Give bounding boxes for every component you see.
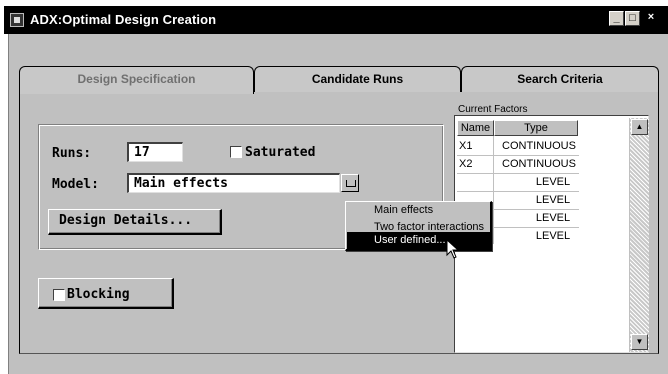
scroll-down-icon[interactable]: ▼: [631, 334, 648, 350]
saturated-checkbox[interactable]: [230, 146, 242, 158]
factors-column-name[interactable]: Name: [457, 120, 494, 136]
tab-search-criteria[interactable]: Search Criteria: [461, 66, 659, 92]
tab-candidate-runs[interactable]: Candidate Runs: [254, 66, 461, 92]
app-window: ADX:Optimal Design Creation _ □ × Design…: [0, 0, 668, 374]
factor-type: LEVEL: [535, 176, 571, 188]
runs-input[interactable]: 17: [127, 142, 183, 162]
app-icon: [10, 13, 24, 27]
factors-column-type[interactable]: Type: [494, 120, 578, 136]
factor-name: X2: [459, 158, 473, 170]
blocking-box: Blocking: [38, 278, 174, 309]
runs-label: Runs:: [52, 146, 92, 161]
blocking-checkbox[interactable]: [53, 289, 65, 301]
factor-type: LEVEL: [535, 212, 571, 224]
menu-item-user-defined[interactable]: User defined...: [347, 232, 490, 249]
title-bar[interactable]: ADX:Optimal Design Creation _ □ ×: [4, 6, 668, 34]
window-title: ADX:Optimal Design Creation: [30, 12, 217, 27]
current-factors-caption: Current Factors: [458, 104, 528, 115]
menu-item-main-effects[interactable]: Main effects: [347, 202, 490, 219]
design-details-button[interactable]: Design Details...: [48, 209, 222, 235]
factor-type: CONTINUOUS: [502, 140, 576, 152]
factor-type: CONTINUOUS: [502, 158, 576, 170]
minimize-icon[interactable]: _: [609, 11, 624, 26]
blocking-label: Blocking: [67, 287, 130, 302]
close-icon[interactable]: ×: [644, 11, 658, 26]
scroll-up-icon[interactable]: ▲: [631, 119, 648, 135]
model-input[interactable]: Main effects: [127, 173, 340, 193]
maximize-icon[interactable]: □: [625, 11, 640, 26]
saturated-label: Saturated: [245, 145, 316, 160]
model-dropdown-button[interactable]: [341, 174, 359, 192]
model-dropdown-menu: Main effects Two factor interactions Use…: [345, 201, 492, 251]
factor-name: X1: [459, 140, 473, 152]
factor-type: LEVEL: [535, 194, 571, 206]
mouse-pointer-icon: [446, 239, 460, 259]
tab-design-specification[interactable]: Design Specification: [19, 66, 254, 94]
factor-type: LEVEL: [535, 230, 571, 242]
factors-scrollbar[interactable]: ▲ ▼: [629, 118, 649, 352]
model-label: Model:: [52, 177, 99, 192]
